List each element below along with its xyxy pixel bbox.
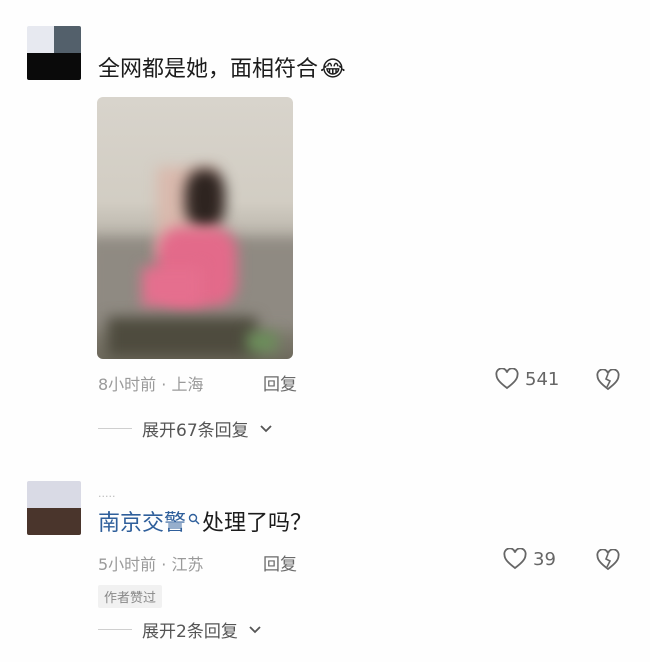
heart-icon: [495, 368, 519, 390]
avatar[interactable]: [27, 26, 81, 80]
chevron-down-icon: [260, 424, 272, 432]
comment-meta: 5小时前 · 江苏: [98, 555, 204, 574]
dislike-button[interactable]: [596, 368, 620, 395]
expand-replies[interactable]: 展开2条回复: [98, 617, 262, 642]
broken-heart-icon: [596, 548, 620, 571]
chevron-down-icon: [249, 625, 261, 633]
divider: [98, 629, 132, 630]
like-count: 39: [533, 548, 556, 570]
like-button[interactable]: 541: [495, 368, 559, 390]
dislike-button[interactable]: [596, 548, 620, 575]
author-liked-badge: 作者赞过: [98, 585, 163, 608]
expand-replies[interactable]: 展开67条回复: [98, 416, 273, 441]
broken-heart-icon: [596, 368, 620, 391]
laugh-cry-icon: 😂: [320, 57, 346, 82]
comment-text: 全网都是她，面相符合 😂: [98, 55, 346, 85]
search-icon: [188, 513, 200, 525]
heart-icon: [503, 548, 527, 570]
like-button[interactable]: 39: [503, 548, 556, 570]
avatar[interactable]: [27, 481, 81, 535]
author-link[interactable]: 南京交警: [98, 509, 186, 539]
reply-button[interactable]: 回复: [263, 370, 297, 395]
comment-text: 南京交警 处理了吗？: [98, 509, 312, 539]
divider: [98, 428, 132, 429]
comment-image[interactable]: [97, 97, 293, 359]
comment-meta: 8小时前 · 上海: [98, 375, 204, 394]
like-count: 541: [525, 368, 560, 390]
reply-button[interactable]: 回复: [263, 550, 297, 575]
author-name[interactable]: ·····: [98, 490, 115, 503]
